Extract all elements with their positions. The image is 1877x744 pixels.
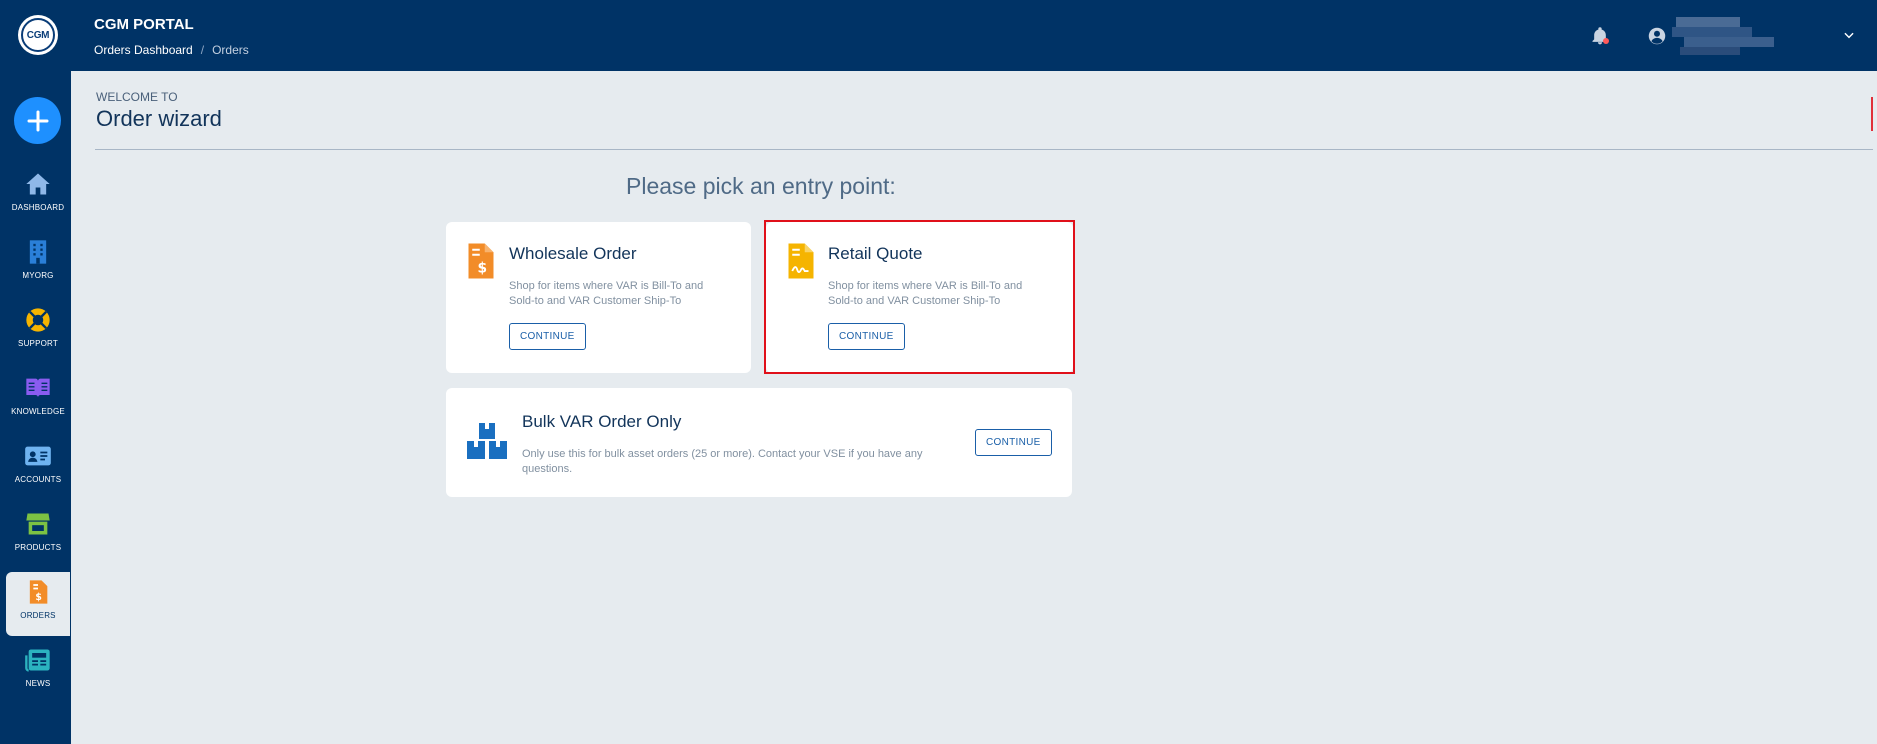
add-button[interactable]: [14, 97, 61, 144]
card-description-line: Sold-to and VAR Customer Ship-To: [509, 295, 682, 307]
svg-text:$: $: [477, 260, 487, 276]
entry-point-prompt: Please pick an entry point:: [626, 173, 896, 199]
plus-icon: [27, 110, 48, 131]
card-title: Bulk VAR Order Only: [522, 412, 682, 431]
sidebar-item-orders[interactable]: $ ORDERS: [6, 572, 70, 636]
sidebar-item-label: PRODUCTS: [14, 543, 62, 552]
sidebar-item-label: ACCOUNTS: [14, 475, 62, 484]
breadcrumb-current: Orders: [212, 43, 249, 57]
newspaper-icon: [25, 649, 50, 672]
bulk-continue-button[interactable]: CONTINUE: [975, 429, 1052, 456]
user-circle-icon[interactable]: [1648, 27, 1666, 45]
sidebar-item-knowledge[interactable]: KNOWLEDGE: [6, 368, 70, 432]
cgm-logo[interactable]: CGM: [18, 15, 58, 55]
sidebar: DASHBOARD MYORG SUPPORT KNOWLEDGE ACCOUN…: [0, 71, 71, 744]
retail-quote-card[interactable]: Retail Quote Shop for items where VAR is…: [766, 222, 1073, 373]
sidebar-item-news[interactable]: NEWS: [6, 640, 70, 704]
quote-signature-icon: [788, 243, 814, 279]
breadcrumb-orders-dashboard[interactable]: Orders Dashboard: [94, 43, 193, 57]
boxes-icon: [467, 423, 507, 459]
sidebar-item-dashboard[interactable]: DASHBOARD: [6, 164, 70, 228]
home-icon: [26, 173, 50, 195]
store-icon: [26, 513, 50, 535]
chevron-down-icon[interactable]: [1842, 28, 1856, 42]
logo-text: CGM: [21, 18, 55, 52]
sidebar-item-label: ORDERS: [20, 611, 56, 620]
wholesale-order-card[interactable]: $ Wholesale Order Shop for items where V…: [446, 222, 751, 373]
sidebar-item-products[interactable]: PRODUCTS: [6, 504, 70, 568]
sidebar-item-myorg[interactable]: MYORG: [6, 232, 70, 296]
card-description-line: Shop for items where VAR is Bill-To and: [509, 280, 704, 292]
breadcrumb: Orders Dashboard / Orders: [94, 43, 249, 57]
building-icon: [29, 240, 47, 264]
edge-marker: [1871, 97, 1873, 131]
bulk-var-order-card[interactable]: Bulk VAR Order Only Only use this for bu…: [446, 388, 1072, 497]
retail-continue-button[interactable]: CONTINUE: [828, 323, 905, 350]
breadcrumb-separator: /: [200, 43, 205, 57]
svg-text:$: $: [35, 592, 42, 603]
card-description-line: Sold-to and VAR Customer Ship-To: [828, 295, 1001, 307]
lifebuoy-icon: [26, 308, 50, 332]
card-description-line: Only use this for bulk asset orders (25 …: [522, 448, 923, 460]
page-title: Order wizard: [96, 106, 222, 131]
sidebar-item-label: MYORG: [22, 271, 54, 280]
sidebar-item-label: NEWS: [25, 679, 51, 688]
card-description: Only use this for bulk asset orders (25 …: [522, 447, 952, 477]
welcome-label: WELCOME TO: [96, 90, 178, 104]
sidebar-item-label: DASHBOARD: [11, 203, 65, 212]
contact-card-icon: [25, 446, 51, 466]
portal-title: CGM PORTAL: [94, 16, 194, 33]
wholesale-continue-button[interactable]: CONTINUE: [509, 323, 586, 350]
card-title: Wholesale Order: [509, 244, 637, 263]
card-description: Shop for items where VAR is Bill-To and …: [509, 279, 703, 309]
sidebar-item-accounts[interactable]: ACCOUNTS: [6, 436, 70, 500]
card-description-line: questions.: [522, 463, 573, 475]
header-divider: [95, 149, 1873, 150]
notification-badge: [1603, 38, 1609, 44]
book-icon: [26, 378, 50, 398]
sidebar-item-label: SUPPORT: [18, 339, 58, 348]
card-description: Shop for items where VAR is Bill-To and …: [828, 279, 1022, 309]
top-bar: CGM CGM PORTAL Orders Dashboard / Orders: [0, 0, 1877, 71]
card-description-line: Shop for items where VAR is Bill-To and: [828, 280, 1023, 292]
sidebar-item-label: KNOWLEDGE: [11, 407, 65, 416]
user-name-redacted: [1672, 17, 1776, 57]
invoice-dollar-icon: $: [468, 243, 494, 279]
sidebar-item-support[interactable]: SUPPORT: [6, 300, 70, 364]
invoice-icon: $: [29, 580, 48, 604]
card-title: Retail Quote: [828, 244, 923, 263]
